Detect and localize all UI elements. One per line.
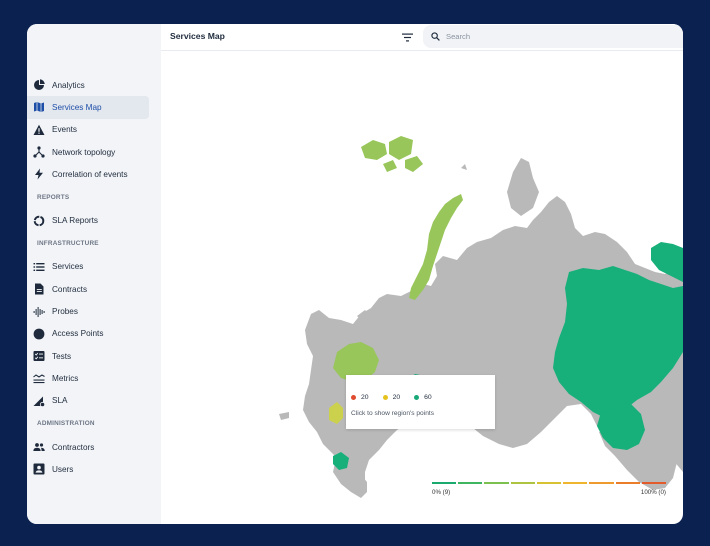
section-label-infrastructure: INFRASTRUCTURE bbox=[37, 240, 99, 248]
sidebar-item-tests[interactable]: Tests bbox=[27, 345, 149, 367]
legend-segment bbox=[458, 482, 483, 484]
legend-gradient bbox=[432, 482, 666, 484]
tooltip-stats: 20 20 60 bbox=[351, 394, 446, 401]
legend-segment bbox=[432, 482, 457, 484]
metrics-icon bbox=[33, 372, 45, 384]
sidebar-item-label: Network topology bbox=[52, 147, 116, 157]
legend-segment bbox=[641, 482, 666, 484]
sidebar-nav: Analytics Services Map Events Network to… bbox=[27, 74, 161, 480]
search-icon bbox=[431, 32, 440, 41]
search-input[interactable] bbox=[446, 32, 646, 41]
app-window: Analytics Services Map Events Network to… bbox=[27, 24, 683, 524]
legend-segment bbox=[510, 482, 535, 484]
tooltip-green-count: 60 bbox=[424, 394, 432, 401]
sidebar-item-access-points[interactable]: Access Points bbox=[27, 323, 149, 345]
map-legend: 0% (9) 100% (0) bbox=[432, 482, 666, 496]
sidebar-item-sla-reports[interactable]: SLA Reports bbox=[27, 209, 149, 231]
sidebar-item-label: Metrics bbox=[52, 373, 79, 383]
ring-icon bbox=[33, 215, 45, 227]
legend-segment bbox=[589, 482, 614, 484]
status-dot-yellow bbox=[382, 395, 388, 400]
tooltip-stat-yellow: 20 bbox=[382, 394, 401, 401]
circle-icon bbox=[33, 328, 45, 340]
status-dot-red bbox=[351, 395, 356, 400]
waveform-icon bbox=[33, 306, 45, 318]
section-label-reports: REPORTS bbox=[37, 193, 70, 201]
sla-icon bbox=[33, 395, 45, 407]
top-header: Services Map bbox=[161, 24, 683, 51]
tooltip-yellow-count: 20 bbox=[392, 394, 401, 401]
document-icon bbox=[33, 283, 45, 295]
sidebar-item-label: SLA Reports bbox=[52, 216, 98, 226]
sidebar-item-label: Correlation of events bbox=[52, 169, 128, 179]
list-icon bbox=[33, 261, 45, 273]
sidebar-item-label: Events bbox=[52, 125, 78, 135]
legend-segment bbox=[615, 482, 640, 484]
tooltip-hint: Click to show region's points bbox=[351, 410, 434, 417]
sidebar-item-label: Analytics bbox=[52, 80, 85, 90]
status-dot-green bbox=[414, 395, 420, 400]
sidebar: Analytics Services Map Events Network to… bbox=[27, 24, 161, 524]
legend-segment bbox=[484, 482, 509, 484]
sidebar-item-metrics[interactable]: Metrics bbox=[27, 367, 149, 389]
sidebar-item-label: Access Points bbox=[52, 329, 104, 339]
sidebar-item-label: Contractors bbox=[52, 442, 95, 452]
topology-icon bbox=[33, 146, 45, 158]
legend-min-label: 0% (9) bbox=[432, 489, 451, 496]
sidebar-item-label: Services Map bbox=[52, 102, 102, 112]
checklist-icon bbox=[33, 350, 45, 362]
sidebar-item-label: Contracts bbox=[52, 284, 88, 294]
sidebar-item-users[interactable]: Users bbox=[27, 458, 149, 480]
warning-icon bbox=[33, 124, 45, 136]
map-region-northeast[interactable] bbox=[507, 158, 539, 216]
sidebar-item-correlation-of-events[interactable]: Correlation of events bbox=[27, 163, 149, 185]
filter-button[interactable] bbox=[400, 30, 414, 44]
sidebar-item-analytics[interactable]: Analytics bbox=[27, 74, 149, 96]
section-label-administration: ADMINISTRATION bbox=[37, 420, 95, 428]
sidebar-item-label: Tests bbox=[52, 351, 72, 361]
search-box bbox=[423, 25, 683, 48]
map-icon bbox=[33, 101, 45, 113]
sidebar-item-services-map[interactable]: Services Map bbox=[27, 96, 149, 119]
bolt-icon bbox=[33, 168, 45, 180]
services-map[interactable]: 20 20 60 Click to show region's points 0… bbox=[161, 52, 683, 524]
map-region-franz-josef[interactable] bbox=[361, 136, 423, 172]
sidebar-item-network-topology[interactable]: Network topology bbox=[27, 141, 149, 163]
sidebar-item-contractors[interactable]: Contractors bbox=[27, 436, 149, 458]
sidebar-item-sla[interactable]: SLA bbox=[27, 390, 149, 412]
region-tooltip[interactable]: 20 20 60 Click to show region's points bbox=[346, 375, 495, 429]
tooltip-stat-red: 20 bbox=[351, 394, 369, 401]
tooltip-red-count: 20 bbox=[361, 394, 369, 401]
sidebar-item-services[interactable]: Services bbox=[27, 256, 149, 278]
sidebar-item-events[interactable]: Events bbox=[27, 119, 149, 141]
sidebar-item-label: Probes bbox=[52, 307, 78, 317]
tooltip-stat-green: 60 bbox=[414, 394, 432, 401]
sidebar-item-label: Users bbox=[52, 464, 74, 474]
sidebar-item-contracts[interactable]: Contracts bbox=[27, 278, 149, 300]
legend-segment bbox=[563, 482, 588, 484]
sidebar-item-label: SLA bbox=[52, 396, 68, 406]
pie-chart-icon bbox=[33, 79, 45, 91]
sidebar-item-label: Services bbox=[52, 262, 84, 272]
filter-icon bbox=[401, 33, 413, 41]
region-map[interactable] bbox=[161, 52, 683, 524]
people-icon bbox=[33, 441, 45, 453]
user-card-icon bbox=[33, 463, 45, 475]
sidebar-item-probes[interactable]: Probes bbox=[27, 300, 149, 322]
page-title: Services Map bbox=[170, 31, 225, 41]
legend-max-label: 100% (0) bbox=[640, 489, 666, 496]
legend-segment bbox=[536, 482, 562, 484]
